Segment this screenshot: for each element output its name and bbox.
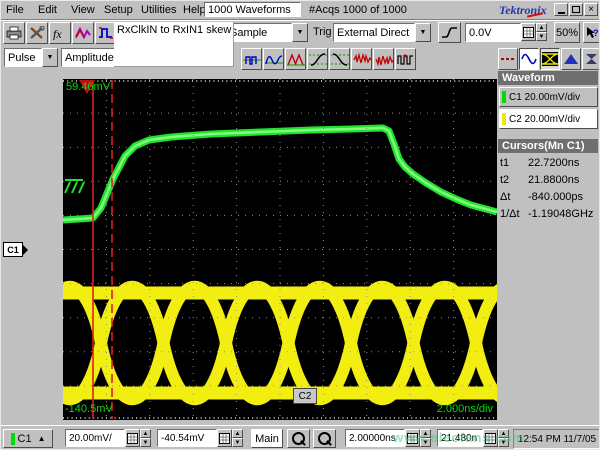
bottom-readout: -140.5mV	[65, 403, 113, 415]
graticule-display[interactable]	[1, 1, 600, 450]
marker-arrow-icon	[23, 245, 28, 255]
measurement-tooltip: RxClkIN to RxIN1 skew	[114, 22, 234, 67]
tooltip-text: RxClkIN to RxIN1 skew	[117, 24, 231, 36]
oscilloscope-app-window: File Edit View Setup Utilities Help 1000…	[0, 0, 600, 450]
timebase-readout: 2.000ns/div	[399, 403, 493, 415]
c1-position-marker[interactable]: C1	[3, 242, 28, 257]
c2-channel-tag[interactable]: C2	[293, 388, 317, 404]
top-readout: 59.46mV	[66, 81, 110, 93]
